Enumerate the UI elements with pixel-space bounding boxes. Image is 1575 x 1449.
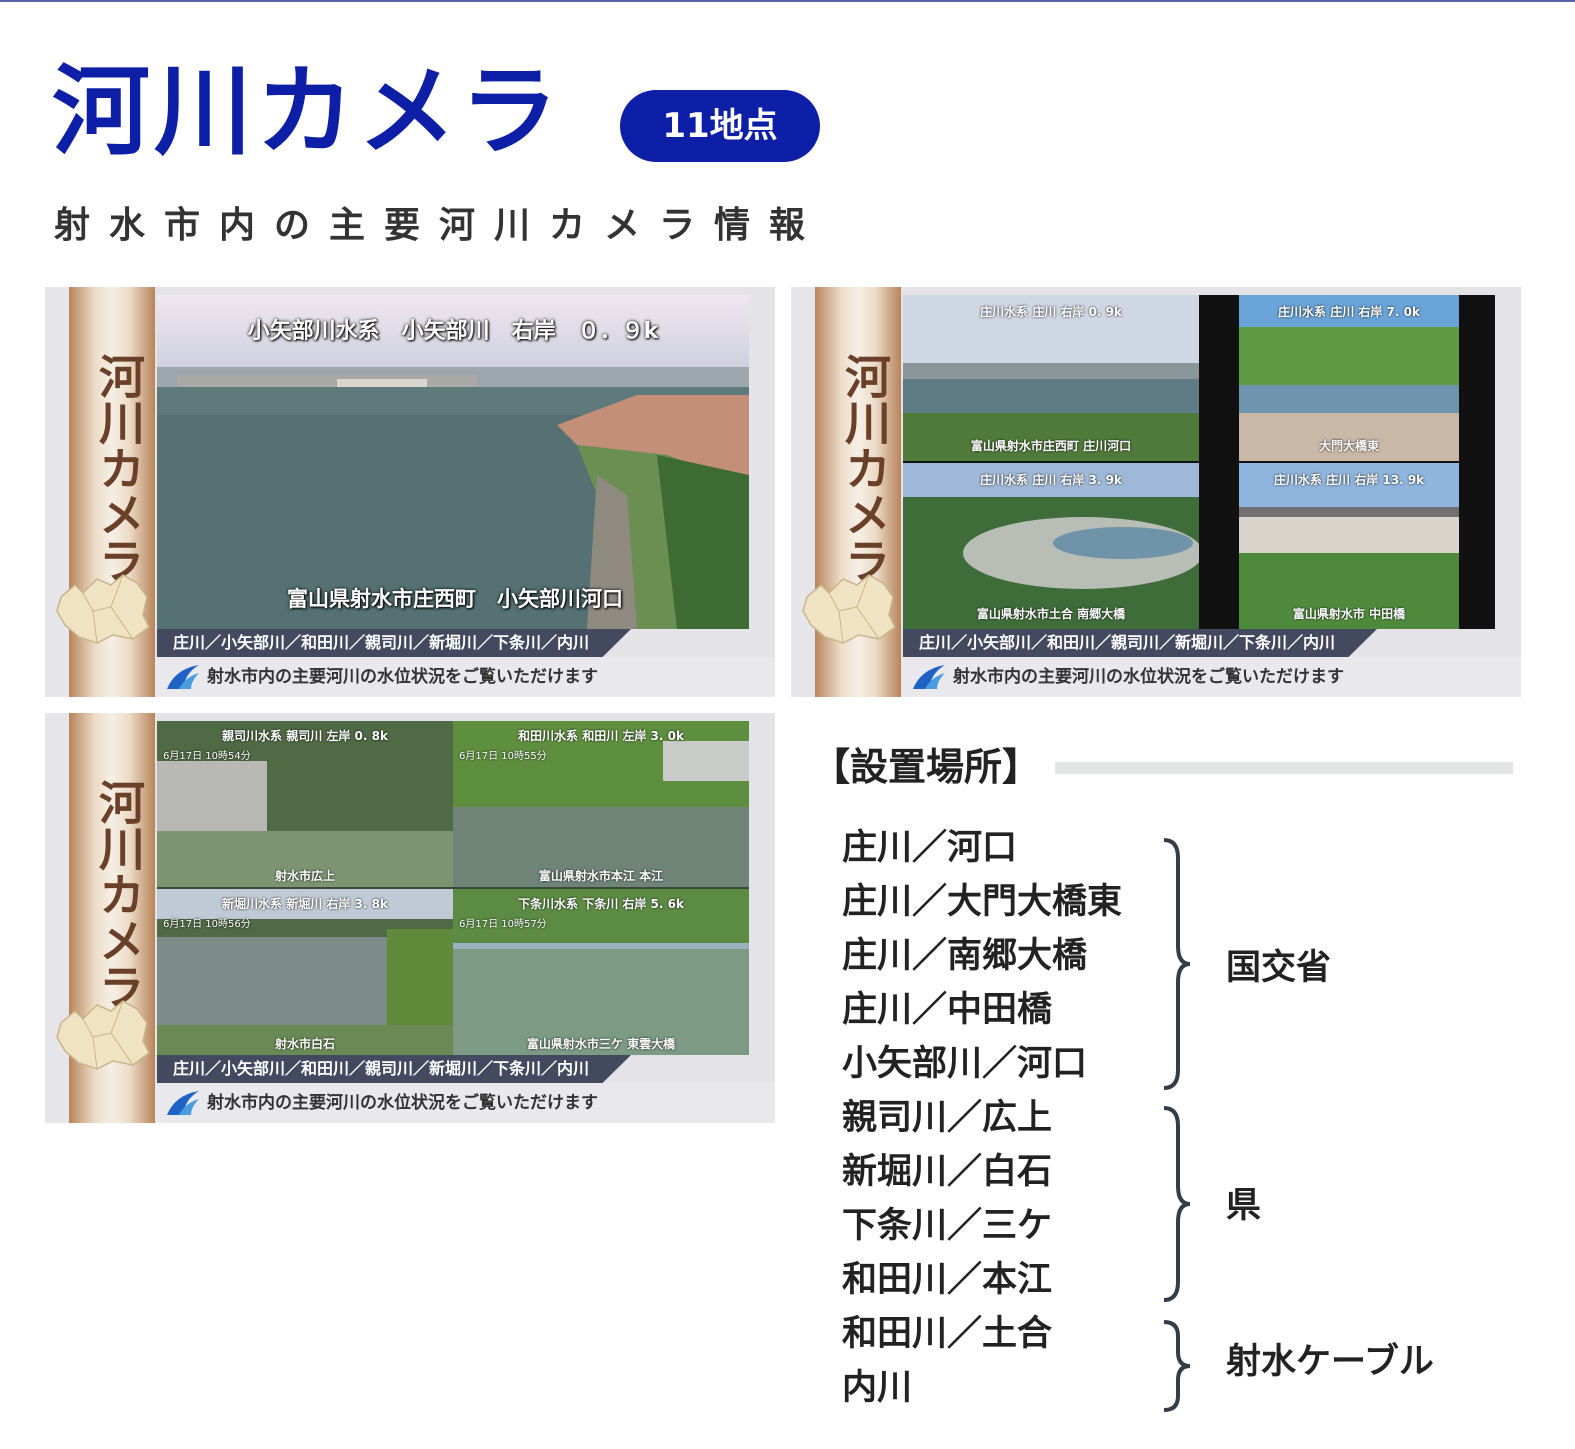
group-label-mlit: 国交省 xyxy=(1226,948,1332,988)
camera-view: 小矢部川水系 小矢部川 右岸 ０．９k 富山県射水市庄西町 小矢部川河口 xyxy=(157,295,749,629)
location-item: 和田川／本江 xyxy=(842,1260,1053,1300)
wave-logo-icon xyxy=(167,665,199,689)
camera-screenshot-3: 河川カメラ 親司川水系 親司川 左岸 0. 8k 6月17日 10時54分 射水… xyxy=(45,713,775,1123)
brace-icon xyxy=(1163,838,1191,1090)
river-ticker: 庄川／小矢部川／和田川／親司川／新堀川／下条川／内川 xyxy=(903,629,1377,657)
panel-footer: 射水市内の主要河川の水位状況をご覧いただけます xyxy=(155,1083,775,1123)
camera-quad-4: 下条川水系 下条川 右岸 5. 6k 6月17日 10時57分 富山県射水市三ケ… xyxy=(453,889,749,1055)
side-title: 河川カメラ xyxy=(92,779,146,1009)
heading-rule xyxy=(1055,762,1513,774)
page-title: 河川カメラ xyxy=(52,55,563,169)
panel-footer: 射水市内の主要河川の水位状況をご覧いただけます xyxy=(901,657,1521,697)
camera-quad-1: 親司川水系 親司川 左岸 0. 8k 6月17日 10時54分 射水市広上 xyxy=(157,721,453,887)
side-title: 河川カメラ xyxy=(92,353,146,583)
location-item: 和田川／土合 xyxy=(842,1314,1053,1354)
camera-quad-1: 庄川水系 庄川 右岸 0. 9k 富山県射水市庄西町 庄川河口 xyxy=(903,295,1199,461)
camera-quad-2: 庄川水系 庄川 右岸 7. 0k 大門大橋東 xyxy=(1239,295,1459,461)
toyama-map-icon xyxy=(56,574,150,644)
camera-quad-3: 新堀川水系 新堀川 右岸 3. 8k 6月17日 10時56分 射水市白石 xyxy=(157,889,453,1055)
panel-footer: 射水市内の主要河川の水位状況をご覧いただけます xyxy=(155,657,775,697)
location-count-badge: 11地点 xyxy=(620,90,820,162)
group-label-prefecture: 県 xyxy=(1226,1186,1262,1226)
camera-screenshot-2: 河川カメラ 庄川水系 庄川 右岸 0. 9k 富山県射水市庄西町 庄川河口 庄川… xyxy=(791,287,1521,697)
camera-view: 庄川水系 庄川 右岸 0. 9k 富山県射水市庄西町 庄川河口 庄川水系 庄川 … xyxy=(903,295,1495,629)
brace-icon xyxy=(1163,1106,1191,1302)
side-title: 河川カメラ xyxy=(838,353,892,583)
location-item: 庄川／中田橋 xyxy=(842,990,1053,1030)
group-label-cable: 射水ケーブル xyxy=(1226,1342,1434,1382)
wave-logo-icon xyxy=(167,1091,199,1115)
location-item: 新堀川／白石 xyxy=(842,1152,1053,1192)
location-item: 庄川／南郷大橋 xyxy=(842,936,1088,976)
location-item: 親司川／広上 xyxy=(842,1098,1053,1138)
location-item: 内川 xyxy=(842,1368,913,1408)
camera-caption-bottom: 富山県射水市庄西町 小矢部川河口 xyxy=(287,587,623,611)
camera-quad-3: 庄川水系 庄川 右岸 3. 9k 富山県射水市土合 南郷大橋 xyxy=(903,463,1199,629)
wave-logo-icon xyxy=(913,665,945,689)
location-item: 庄川／河口 xyxy=(842,828,1018,868)
footer-text: 射水市内の主要河川の水位状況をご覧いただけます xyxy=(953,667,1344,687)
page-subtitle: 射水市内の主要河川カメラ情報 xyxy=(54,205,825,246)
camera-quad-2: 和田川水系 和田川 左岸 3. 0k 6月17日 10時55分 富山県射水市本江… xyxy=(453,721,749,887)
location-item: 小矢部川／河口 xyxy=(842,1044,1088,1084)
camera-caption-top: 小矢部川水系 小矢部川 右岸 ０．９k xyxy=(247,319,659,344)
toyama-map-icon xyxy=(802,574,896,644)
brace-icon xyxy=(1163,1320,1191,1412)
river-ticker: 庄川／小矢部川／和田川／親司川／新堀川／下条川／内川 xyxy=(157,1055,631,1083)
river-ticker: 庄川／小矢部川／和田川／親司川／新堀川／下条川／内川 xyxy=(157,629,631,657)
footer-text: 射水市内の主要河川の水位状況をご覧いただけます xyxy=(207,667,598,687)
locations-heading: 【設置場所】 xyxy=(812,745,1041,789)
camera-screenshot-1: 河川カメラ 小矢部川水系 小矢部川 右岸 ０．９k 富山県射水市庄西町 小矢部川… xyxy=(45,287,775,697)
top-border xyxy=(0,0,1575,2)
location-item: 庄川／大門大橋東 xyxy=(842,882,1123,922)
toyama-map-icon xyxy=(56,1000,150,1070)
footer-text: 射水市内の主要河川の水位状況をご覧いただけます xyxy=(207,1093,598,1113)
camera-quad-4: 庄川水系 庄川 右岸 13. 9k 富山県射水市 中田橋 xyxy=(1239,463,1459,629)
camera-view: 親司川水系 親司川 左岸 0. 8k 6月17日 10時54分 射水市広上 和田… xyxy=(157,721,749,1055)
location-item: 下条川／三ケ xyxy=(842,1206,1053,1246)
